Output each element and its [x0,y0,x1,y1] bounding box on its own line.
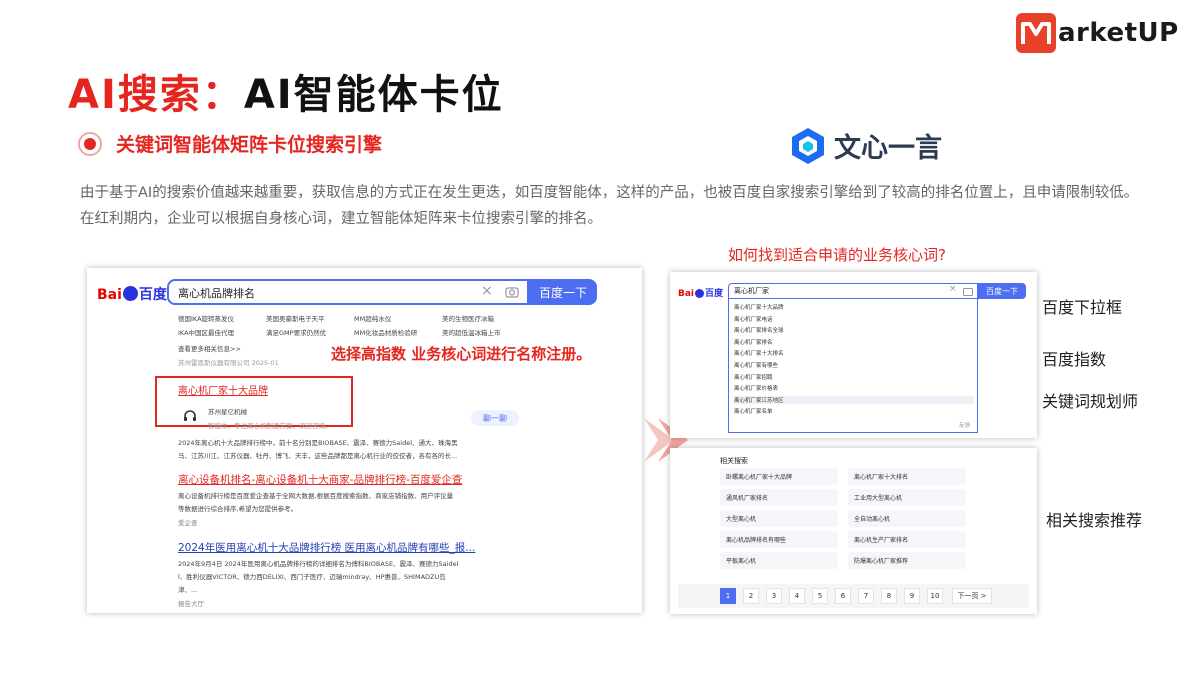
more-link[interactable]: 查看更多相关信息>> [178,343,241,353]
related-search-item[interactable]: 防爆离心机厂家推荐 [848,552,966,569]
page-number[interactable]: 2 [743,588,759,604]
agent-desc: 智能体，专注离心机制造方案，欢迎咨询。 [208,422,332,430]
baidu-logo: Bai 百度 [678,289,724,299]
camera-icon[interactable] [505,286,519,298]
label-index: 百度指数 [1042,350,1107,369]
clear-icon[interactable]: × [949,284,957,294]
page-number[interactable]: 6 [835,588,851,604]
result-source: 报告大厅 [178,600,204,608]
result-snippet: 2024年离心机十大品牌排行榜中，前十名分别是BIOBASE、震泽、赛德力Sai… [178,439,458,447]
baidu-logo: Bai 百度 [97,286,167,303]
related-search-item[interactable]: 工业用大型离心机 [848,489,966,506]
suggestion-item[interactable]: 离心机厂家有哪些 [734,361,974,369]
subtitle-text: 关键词智能体矩阵卡位搜索引擎 [116,134,383,156]
wenxin-name: 文心一言 [834,133,942,164]
search-query-text: 离心机品牌排名 [178,287,255,300]
search-input[interactable]: 离心机品牌排名 × [167,279,529,305]
related-search-item[interactable]: 通风机厂家排名 [720,489,838,506]
chat-button[interactable]: 聊一聊 [471,410,519,426]
related-search-item[interactable]: 离心机品牌排名有哪些 [720,531,838,548]
title-red: AI搜索： [68,72,244,118]
page-number[interactable]: 9 [904,588,920,604]
related-search-item[interactable]: 大型离心机 [720,510,838,527]
camera-icon[interactable] [963,288,973,296]
marketup-logo-icon [1016,13,1056,53]
boxed-result-title[interactable]: 离心机厂家十大品牌 [178,382,268,397]
label-planner: 关键词规划师 [1042,392,1139,411]
suggestion-item[interactable]: 离心机厂家排名全球 [734,326,974,334]
question-text: 如何找到适合申请的业务核心词? [728,246,946,264]
suggestion-item[interactable]: 离心机厂家十大排名 [734,349,974,357]
related-search-item[interactable]: 离心机厂家十大排名 [848,468,966,485]
suggestion-item[interactable]: 离心机厂家排名 [734,338,974,346]
page-number[interactable]: 8 [881,588,897,604]
next-page-button[interactable]: 下一页 > [952,588,992,604]
suggestion-item[interactable]: 离心机厂家电话 [734,315,974,323]
page-number[interactable]: 7 [858,588,874,604]
related-search-screenshot: 相关搜索 卧螺离心机厂家十大品牌 离心机厂家十大排名 通风机厂家排名 工业用大型离心机… [670,448,1037,614]
result-snippet: 津、... [178,586,198,594]
baidu-paw-icon [122,286,138,301]
suggestion-dropdown: 离心机厂家十大品牌 离心机厂家电话 离心机厂家排名全球 离心机厂家排名 离心机厂家十大排… [728,299,978,433]
search-input[interactable]: 离心机厂家 × [728,283,978,299]
marketup-logo: arketUP [1016,12,1179,54]
result-title[interactable]: 离心设备机排名-离心设备机十大商家-品牌排行榜-百度爱企查 [178,472,462,487]
page-number[interactable]: 3 [766,588,782,604]
wenxin-cube-icon [792,127,824,164]
related-search-item[interactable]: 卧螺离心机厂家十大品牌 [720,468,838,485]
related-search-item[interactable]: 全自动离心机 [848,510,966,527]
clear-icon[interactable]: × [481,283,493,299]
result-source: 爱企查 [178,519,198,527]
page-number[interactable]: 1 [720,588,736,604]
related-heading: 相关搜索 [720,457,748,465]
related-link[interactable]: MM超纯水仪 [354,313,391,323]
feedback-link[interactable]: 反馈 [959,421,970,429]
section-subtitle: 关键词智能体矩阵卡位搜索引擎 [78,130,382,157]
search-button[interactable]: 百度一下 [978,283,1026,299]
page-number[interactable]: 10 [927,588,943,604]
suggestion-item[interactable]: 离心机厂家江苏地区 [734,395,974,404]
search-query-text: 离心机厂家 [734,287,769,295]
description: 由于基于AI的搜索价值越来越重要，获取信息的方式正在发生更迭，如百度智能体，这样… [80,185,1139,227]
suggestion-item[interactable]: 离心机厂家名单 [734,407,974,415]
related-link[interactable]: 美的生物医疗冰箱 [442,313,494,323]
result-snippet: 2024年9月4日 2024年医用离心机品牌排行榜的详细排名为傅科BIOBASE… [178,560,459,568]
title-black: AI智能体卡位 [243,72,504,118]
result-snippet: 等数据进行综合排序,希望为您提供参考。 [178,505,298,513]
label-dropdown: 百度下拉框 [1042,298,1123,317]
related-search-item[interactable]: 平板离心机 [720,552,838,569]
result-snippet: 马、江苏川江、江苏仪器、牡丹、博飞、天丰，这些品牌都是离心机行业的佼佼者，各有各… [178,452,458,460]
wenxin-brand: 文心一言 [790,126,942,165]
search-button[interactable]: 百度一下 [529,279,597,305]
page-title: AI搜索：AI智能体卡位 [68,62,504,120]
related-link[interactable]: 满足GMP要求仍然优 [266,327,326,337]
logo-word: arketUP [1058,18,1179,48]
related-link[interactable]: IKA中国区最佳代理 [178,327,234,337]
suggestion-item[interactable]: 离心机厂家招聘 [734,373,974,381]
suggestion-item[interactable]: 离心机厂家十大品牌 [734,303,974,311]
baidu-results-screenshot: Bai 百度 离心机品牌排名 × 百度一下 德国IKA旋转蒸发仪 美国奥豪斯电子天… [87,268,642,613]
source-line: 苏州雷恩斯仪器有限公司 2025-01 [178,359,279,367]
annotation-text: 选择高指数 业务核心词进行名称注册。 [331,345,592,363]
agent-name[interactable]: 苏州星亿机械 [208,406,247,416]
baidu-dropdown-screenshot: Bai 百度 离心机厂家 × 百度一下 离心机厂家十大品牌 离心机厂家电话 离心机厂家… [670,272,1037,438]
related-link[interactable]: 德国IKA旋转蒸发仪 [178,313,234,323]
headset-icon [184,410,196,421]
radio-dot-icon [78,131,102,156]
page-number[interactable]: 5 [812,588,828,604]
label-related: 相关搜索推荐 [1046,511,1143,530]
related-link[interactable]: MM化妆品材质检验研 [354,327,417,337]
related-link[interactable]: 美国奥豪斯电子天平 [266,313,325,323]
result-title[interactable]: 2024年医用离心机十大品牌排行榜 医用离心机品牌有哪些_报... [178,540,475,555]
page-number[interactable]: 4 [789,588,805,604]
suggestion-item[interactable]: 离心机厂家价格表 [734,384,974,392]
result-snippet: 离心设备机排行榜是百度爱企查基于全网大数据,根据百度搜索指数、商家店铺指数、用户… [178,492,454,500]
related-link[interactable]: 美的超低温冰箱上市 [442,327,501,337]
result-snippet: l、胜利仪器VICTOR、德力西DELIXI、西门子医疗、迈瑞mindray、H… [178,573,446,581]
related-search-item[interactable]: 离心机生产厂家排名 [848,531,966,548]
